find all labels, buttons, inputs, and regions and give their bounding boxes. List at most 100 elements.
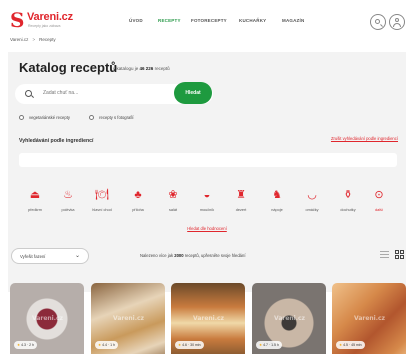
recipe-card[interactable]: Vareni.cz ★ 4.3 · 2 h (10, 283, 84, 354)
recipe-time: 45 min (351, 343, 362, 347)
recipe-rating: 4.7 (263, 343, 268, 347)
main-course-icon: 🍽 (95, 189, 109, 201)
category-label: salát (168, 208, 178, 212)
search-button[interactable]: Hledat (174, 82, 212, 104)
ingredients-title: Vyhledávání podle ingrediencí (19, 138, 94, 144)
recipe-card[interactable]: Vareni.cz ★ 4.7 · 1.5 h (252, 283, 326, 354)
watermark: Vareni.cz (113, 315, 145, 322)
recipe-stats: ★ 4.4 · 1 h (95, 341, 118, 349)
recipe-rating: 4.4 (102, 343, 107, 347)
catalog-count-prefix: v katalogu je (113, 66, 139, 71)
star-icon: ★ (259, 343, 263, 347)
more-filters-link[interactable]: Hledat dle hodnocení (8, 226, 406, 231)
results-number: 2000 (174, 253, 184, 258)
cake-icon: ♜ (236, 189, 246, 201)
catalog-count-number: 46 226 (139, 66, 154, 71)
category-sauce[interactable]: ◡ omáčky (297, 188, 327, 222)
dessert-icon: ◒ (203, 189, 211, 201)
nav-item-recepty[interactable]: RECEPTY (158, 18, 181, 23)
recipe-rating: 4.3 (21, 343, 26, 347)
breadcrumb-separator: > (32, 37, 36, 42)
radio-icon[interactable] (89, 115, 95, 120)
star-icon: ★ (178, 343, 182, 347)
recipe-stats: ★ 4.5 · 45 min (336, 341, 365, 349)
main-nav: ÚVOD RECEPTY FOTORECEPTY KUCHAŘKY MAGAZÍ… (0, 18, 406, 26)
category-label: polévka (61, 208, 75, 212)
category-label: hlavní chod (92, 208, 112, 212)
category-dessert[interactable]: ◒ moučník (192, 188, 222, 222)
watermark: Vareni.cz (274, 315, 306, 322)
soup-icon: ♨ (63, 189, 73, 201)
star-icon: ★ (98, 343, 102, 347)
list-view-icon[interactable] (380, 250, 389, 259)
category-label: další (374, 208, 384, 212)
chevron-down-icon: ⌄ (74, 253, 80, 259)
nav-item-magazin[interactable]: MAGAZÍN (282, 18, 304, 23)
results-suffix: receptů, upřesněte svoje hledání (184, 253, 246, 258)
category-label: dochutky (340, 208, 356, 212)
ingredients-reset-link[interactable]: Zrušit vyhledávání podle ingrediencí (331, 136, 398, 141)
category-more[interactable]: ⊙ další (364, 188, 394, 222)
recipe-time: 2 h (29, 343, 34, 347)
recipe-rating: 4.5 (343, 343, 348, 347)
category-icons: ⏏ předkrm ♨ polévka 🍽 hlavní chod ♣ příloha … (8, 188, 406, 222)
results-count: Nalezeno více jak 2000 receptů, upřesnět… (140, 253, 246, 258)
drinks-icon: ♞ (272, 189, 282, 201)
search-field-icon (25, 90, 32, 97)
appetizer-icon: ⏏ (29, 189, 41, 201)
filter-with-photo[interactable]: recepty s fotografií (89, 115, 134, 120)
star-icon: ★ (339, 343, 343, 347)
spices-icon: ⚱ (343, 189, 353, 201)
category-salad[interactable]: ❀ salát (158, 188, 188, 222)
search-input[interactable] (43, 90, 163, 96)
recipe-time: 1 h (110, 343, 115, 347)
more-icon: ⊙ (374, 189, 384, 201)
star-icon: ★ (17, 343, 21, 347)
category-side-dish[interactable]: ♣ příloha (123, 188, 153, 222)
filter-options: vegetariánské recepty recepty s fotograf… (19, 115, 152, 120)
breadcrumb-home[interactable]: Vareni.cz (10, 37, 28, 42)
search-icon[interactable] (370, 14, 386, 30)
side-dish-icon: ♣ (134, 189, 142, 201)
category-drinks[interactable]: ♞ nápoje (262, 188, 292, 222)
ingredients-input[interactable] (19, 153, 397, 167)
watermark: Vareni.cz (32, 315, 64, 322)
sort-select[interactable]: Vyřešit řazení ⌄ (11, 248, 89, 264)
category-appetizer[interactable]: ⏏ předkrm (20, 188, 50, 222)
category-label: omáčky (305, 208, 319, 212)
nav-item-kucharky[interactable]: KUCHAŘKY (239, 18, 266, 23)
recipe-card[interactable]: Vareni.cz ★ 4.5 · 45 min (332, 283, 406, 354)
salad-icon: ❀ (168, 189, 178, 201)
breadcrumb-current: Recepty (39, 37, 56, 42)
results-prefix: Nalezeno více jak (140, 253, 174, 258)
filter-vegetarian-label: vegetariánské recepty (29, 115, 70, 120)
radio-icon[interactable] (19, 115, 24, 120)
category-label: moučník (199, 208, 215, 212)
recipe-stats: ★ 4.6 · 30 min (175, 341, 204, 349)
category-cake[interactable]: ♜ dezert (226, 188, 256, 222)
recipe-time: 1.5 h (271, 343, 279, 347)
recipe-stats: ★ 4.7 · 1.5 h (256, 341, 282, 349)
filter-with-photo-label: recepty s fotografií (99, 115, 134, 120)
sauce-icon: ◡ (307, 189, 317, 201)
recipe-card[interactable]: Vareni.cz ★ 4.6 · 30 min (171, 283, 245, 354)
category-label: nápoje (271, 208, 283, 212)
watermark: Vareni.cz (193, 315, 225, 322)
catalog-count-suffix: receptů (154, 66, 170, 71)
category-main-course[interactable]: 🍽 hlavní chod (87, 188, 117, 222)
sort-selected-value: Vyřešit řazení (20, 254, 46, 259)
category-label: předkrm (28, 208, 42, 212)
filter-vegetarian[interactable]: vegetariánské recepty (19, 115, 70, 120)
page-title: Katalog receptů (19, 60, 118, 75)
recipe-stats: ★ 4.3 · 2 h (14, 341, 37, 349)
recipe-time: 30 min (190, 343, 201, 347)
grid-view-icon[interactable] (395, 250, 404, 259)
nav-item-uvod[interactable]: ÚVOD (129, 18, 143, 23)
recipe-card[interactable]: Vareni.cz ★ 4.4 · 1 h (91, 283, 165, 354)
watermark: Vareni.cz (354, 315, 386, 322)
category-spices[interactable]: ⚱ dochutky (333, 188, 363, 222)
site-header: S Vareni.cz Recepty jako zábava ÚVOD REC… (0, 0, 406, 40)
user-icon[interactable] (389, 14, 405, 30)
category-soup[interactable]: ♨ polévka (53, 188, 83, 222)
nav-item-fotorecepty[interactable]: FOTORECEPTY (191, 18, 227, 23)
